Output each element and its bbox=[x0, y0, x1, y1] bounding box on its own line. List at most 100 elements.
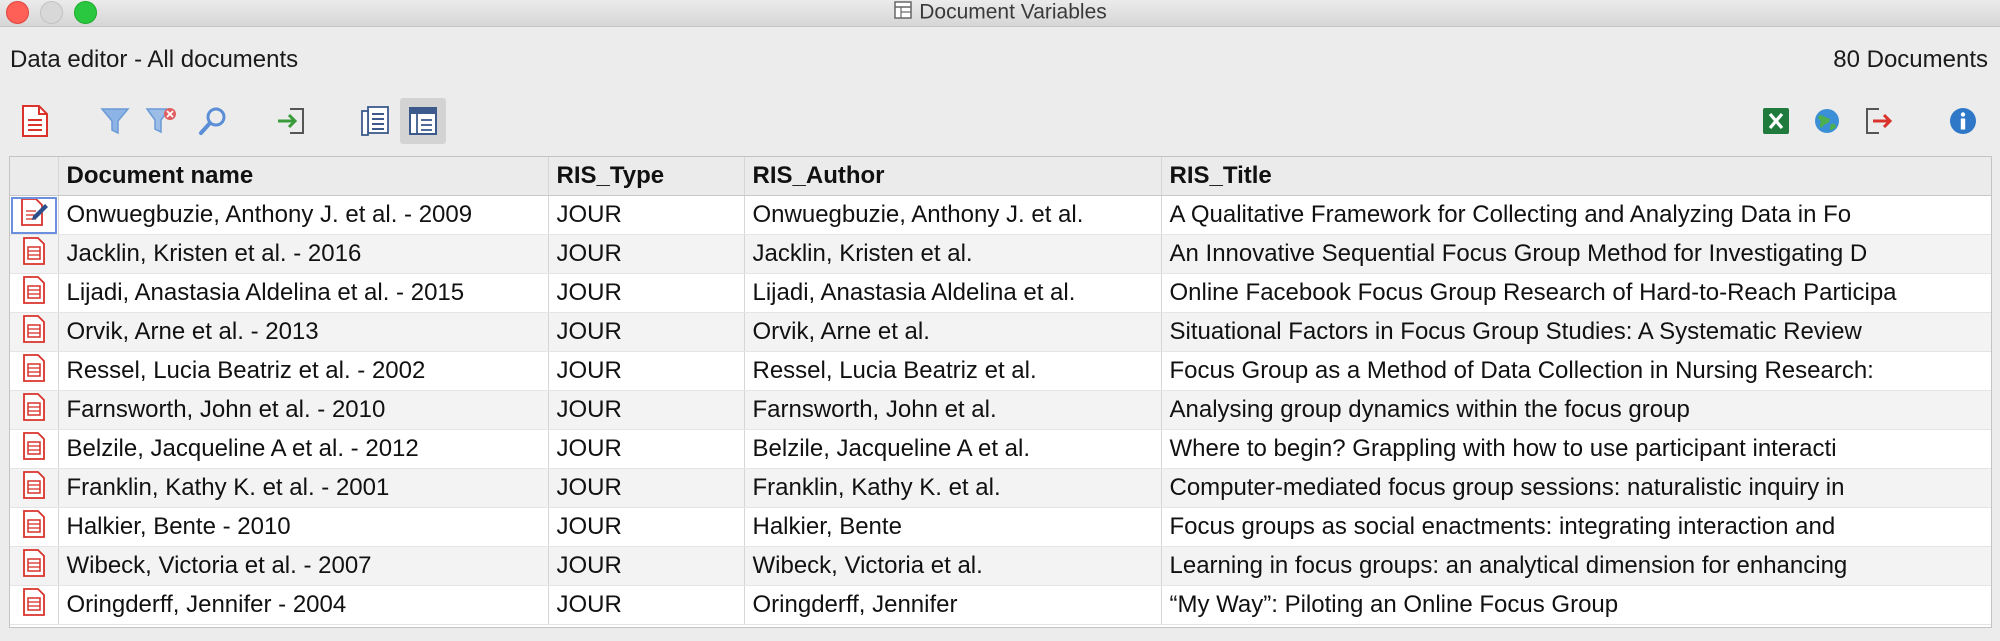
cell-ris-title[interactable]: Situational Factors in Focus Group Studi… bbox=[1161, 312, 1991, 352]
export-icon bbox=[1863, 106, 1893, 136]
cell-document-name[interactable]: Orvik, Arne et al. - 2013 bbox=[58, 312, 549, 352]
filter-icon bbox=[100, 106, 130, 136]
document-icon bbox=[21, 548, 47, 584]
cell-ris-author[interactable]: Wibeck, Victoria et al. bbox=[744, 546, 1162, 586]
cell-ris-author[interactable]: Belzile, Jacqueline A et al. bbox=[744, 429, 1162, 469]
title-bar: Document Variables bbox=[0, 0, 2000, 27]
row-icon-cell[interactable] bbox=[10, 312, 59, 352]
cell-ris-author[interactable]: Lijadi, Anastasia Aldelina et al. bbox=[744, 273, 1162, 313]
import-button[interactable] bbox=[268, 98, 314, 144]
cell-document-name[interactable]: Ressel, Lucia Beatriz et al. - 2002 bbox=[58, 351, 549, 391]
cell-ris-type[interactable]: JOUR bbox=[548, 351, 745, 391]
document-icon bbox=[21, 509, 47, 545]
document-icon bbox=[21, 275, 47, 311]
cell-ris-author[interactable]: Jacklin, Kristen et al. bbox=[744, 234, 1162, 274]
cell-ris-author[interactable]: Oringderff, Jennifer bbox=[744, 585, 1162, 625]
row-icon-cell[interactable] bbox=[10, 429, 59, 469]
cell-ris-author[interactable]: Halkier, Bente bbox=[744, 507, 1162, 547]
table-row[interactable]: Belzile, Jacqueline A et al. - 2012 JOUR B… bbox=[10, 429, 1991, 469]
data-editor-icon bbox=[407, 105, 439, 137]
row-icon-cell[interactable] bbox=[10, 546, 59, 586]
table-row[interactable]: Lijadi, Anastasia Aldelina et al. - 2015… bbox=[10, 273, 1991, 313]
cell-ris-title[interactable]: A Qualitative Framework for Collecting a… bbox=[1161, 195, 1991, 235]
list-variables-icon bbox=[360, 105, 390, 137]
cell-ris-title[interactable]: Where to begin? Grappling with how to us… bbox=[1161, 429, 1991, 469]
cell-ris-type[interactable]: JOUR bbox=[548, 234, 745, 274]
cell-ris-type[interactable]: JOUR bbox=[548, 507, 745, 547]
table-row[interactable]: Ressel, Lucia Beatriz et al. - 2002 JOUR R… bbox=[10, 351, 1991, 391]
data-editor-button[interactable] bbox=[400, 98, 446, 144]
cell-ris-title[interactable]: Computer-mediated focus group sessions: … bbox=[1161, 468, 1991, 508]
table-row[interactable]: Onwuegbuzie, Anthony J. et al. - 2009 JOU… bbox=[10, 195, 1991, 235]
cell-ris-author[interactable]: Onwuegbuzie, Anthony J. et al. bbox=[744, 195, 1162, 235]
table-row[interactable]: Halkier, Bente - 2010 JOUR Halkier, Bente F… bbox=[10, 507, 1991, 547]
row-icon-cell[interactable] bbox=[10, 351, 59, 391]
cell-ris-title[interactable]: Focus groups as social enactments: integ… bbox=[1161, 507, 1991, 547]
row-icon-cell[interactable] bbox=[10, 585, 59, 625]
filter-button[interactable] bbox=[92, 98, 138, 144]
column-header-ris-type[interactable]: RIS_Type bbox=[548, 157, 745, 196]
search-button[interactable] bbox=[190, 98, 236, 144]
cell-document-name[interactable]: Franklin, Kathy K. et al. - 2001 bbox=[58, 468, 549, 508]
row-icon-cell[interactable] bbox=[10, 390, 59, 430]
table-row[interactable]: Wibeck, Victoria et al. - 2007 JOUR Wibeck… bbox=[10, 546, 1991, 586]
new-document-variable-button[interactable] bbox=[12, 98, 58, 144]
cell-ris-title[interactable]: An Innovative Sequential Focus Group Met… bbox=[1161, 234, 1991, 274]
cell-ris-type[interactable]: JOUR bbox=[548, 273, 745, 313]
column-header-ris-title[interactable]: RIS_Title bbox=[1161, 157, 1991, 196]
cell-ris-type[interactable]: JOUR bbox=[548, 468, 745, 508]
table-row[interactable]: Franklin, Kathy K. et al. - 2001 JOUR Fran… bbox=[10, 468, 1991, 508]
cell-document-name[interactable]: Halkier, Bente - 2010 bbox=[58, 507, 549, 547]
cell-ris-title[interactable]: Learning in focus groups: an analytical … bbox=[1161, 546, 1991, 586]
cell-document-name[interactable]: Lijadi, Anastasia Aldelina et al. - 2015 bbox=[58, 273, 549, 313]
cell-ris-title[interactable]: Focus Group as a Method of Data Collecti… bbox=[1161, 351, 1991, 391]
row-icon-cell[interactable] bbox=[10, 234, 59, 274]
cell-document-name[interactable]: Onwuegbuzie, Anthony J. et al. - 2009 bbox=[58, 195, 549, 235]
table-row[interactable]: Oringderff, Jennifer - 2004 JOUR Oringderf… bbox=[10, 585, 1991, 625]
export-button[interactable] bbox=[1855, 98, 1901, 144]
list-variables-button[interactable] bbox=[352, 98, 398, 144]
excel-export-button[interactable] bbox=[1753, 98, 1799, 144]
clear-filter-button[interactable] bbox=[139, 98, 185, 144]
table-row[interactable]: Farnsworth, John et al. - 2010 JOUR Farnsw… bbox=[10, 390, 1991, 430]
row-icon-cell[interactable] bbox=[10, 273, 59, 313]
cell-ris-type[interactable]: JOUR bbox=[548, 390, 745, 430]
cell-ris-author[interactable]: Farnsworth, John et al. bbox=[744, 390, 1162, 430]
cell-ris-author[interactable]: Orvik, Arne et al. bbox=[744, 312, 1162, 352]
document-edit-icon bbox=[19, 197, 49, 233]
cell-ris-author[interactable]: Ressel, Lucia Beatriz et al. bbox=[744, 351, 1162, 391]
import-icon bbox=[276, 106, 306, 136]
document-icon bbox=[21, 236, 47, 272]
new-document-variable-icon bbox=[20, 104, 50, 138]
document-icon bbox=[21, 353, 47, 389]
cell-document-name[interactable]: Belzile, Jacqueline A et al. - 2012 bbox=[58, 429, 549, 469]
web-export-button[interactable] bbox=[1804, 98, 1850, 144]
column-header-document-name[interactable]: Document name bbox=[58, 157, 549, 196]
document-icon bbox=[21, 392, 47, 428]
cell-document-name[interactable]: Wibeck, Victoria et al. - 2007 bbox=[58, 546, 549, 586]
excel-export-icon bbox=[1761, 106, 1791, 136]
cell-document-name[interactable]: Farnsworth, John et al. - 2010 bbox=[58, 390, 549, 430]
row-icon-cell[interactable] bbox=[10, 195, 59, 235]
cell-ris-type[interactable]: JOUR bbox=[548, 195, 745, 235]
row-icon-cell[interactable] bbox=[10, 507, 59, 547]
column-header-ris-author[interactable]: RIS_Author bbox=[744, 157, 1162, 196]
info-icon bbox=[1948, 106, 1978, 136]
cell-document-name[interactable]: Jacklin, Kristen et al. - 2016 bbox=[58, 234, 549, 274]
cell-ris-type[interactable]: JOUR bbox=[548, 585, 745, 625]
info-button[interactable] bbox=[1940, 98, 1986, 144]
cell-ris-author[interactable]: Franklin, Kathy K. et al. bbox=[744, 468, 1162, 508]
globe-icon bbox=[1812, 106, 1842, 136]
cell-document-name[interactable]: Oringderff, Jennifer - 2004 bbox=[58, 585, 549, 625]
cell-ris-type[interactable]: JOUR bbox=[548, 546, 745, 586]
document-icon bbox=[21, 431, 47, 467]
table-row[interactable]: Orvik, Arne et al. - 2013 JOUR Orvik, Arne… bbox=[10, 312, 1991, 352]
cell-ris-title[interactable]: Analysing group dynamics within the focu… bbox=[1161, 390, 1991, 430]
cell-ris-type[interactable]: JOUR bbox=[548, 312, 745, 352]
row-icon-cell[interactable] bbox=[10, 468, 59, 508]
table-row[interactable]: Jacklin, Kristen et al. - 2016 JOUR Jackli… bbox=[10, 234, 1991, 274]
cell-ris-title[interactable]: Online Facebook Focus Group Research of … bbox=[1161, 273, 1991, 313]
cell-ris-title[interactable]: “My Way”: Piloting an Online Focus Group bbox=[1161, 585, 1991, 625]
document-icon bbox=[21, 587, 47, 623]
cell-ris-type[interactable]: JOUR bbox=[548, 429, 745, 469]
